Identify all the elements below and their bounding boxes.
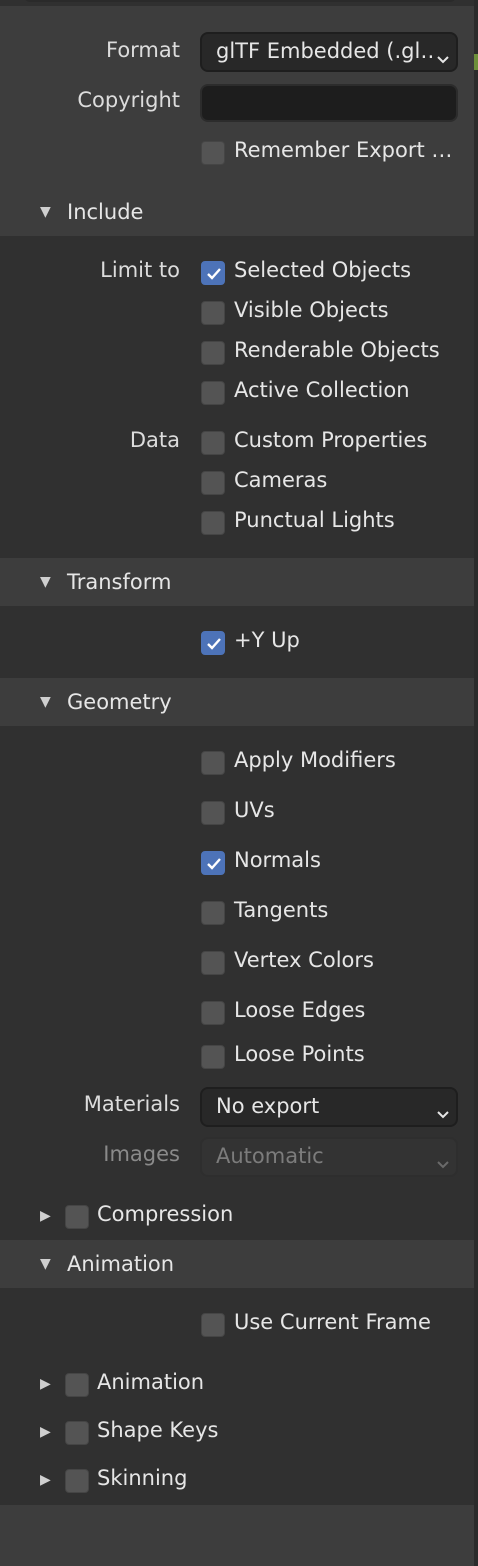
punctual-lights-checkbox[interactable] bbox=[201, 511, 225, 535]
remember-export-checkbox[interactable] bbox=[201, 141, 225, 165]
triangle-down-icon: ▼ bbox=[40, 204, 51, 220]
animation-sub-checkbox[interactable] bbox=[65, 1373, 89, 1397]
loose-points-checkbox[interactable] bbox=[201, 1045, 225, 1069]
remember-export-label: Remember Export … bbox=[234, 138, 453, 162]
loose-edges-label: Loose Edges bbox=[234, 998, 366, 1022]
images-value: Automatic bbox=[216, 1144, 324, 1168]
tangents-label: Tangents bbox=[234, 898, 329, 922]
active-collection-label: Active Collection bbox=[234, 378, 410, 402]
geometry-panel-header[interactable]: ▼ Geometry bbox=[0, 680, 474, 726]
cameras-label: Cameras bbox=[234, 468, 328, 492]
chevron-down-icon bbox=[436, 1151, 450, 1175]
triangle-down-icon: ▼ bbox=[40, 574, 51, 590]
triangle-right-icon[interactable]: ▶ bbox=[40, 1472, 51, 1488]
active-collection-checkbox[interactable] bbox=[201, 381, 225, 405]
chevron-down-icon bbox=[436, 1101, 450, 1125]
triangle-right-icon[interactable]: ▶ bbox=[40, 1376, 51, 1392]
vertex-colors-checkbox[interactable] bbox=[201, 951, 225, 975]
normals-label: Normals bbox=[234, 848, 321, 872]
use-current-frame-checkbox[interactable] bbox=[201, 1313, 225, 1337]
panel-footer bbox=[0, 1505, 474, 1566]
tangents-checkbox[interactable] bbox=[201, 901, 225, 925]
selected-objects-label: Selected Objects bbox=[234, 258, 412, 282]
renderable-objects-checkbox[interactable] bbox=[201, 341, 225, 365]
limit-to-label: Limit to bbox=[100, 258, 180, 282]
copyright-label: Copyright bbox=[77, 88, 180, 112]
include-title: Include bbox=[67, 200, 144, 224]
use-current-frame-label: Use Current Frame bbox=[234, 1310, 431, 1334]
format-dropdown[interactable]: glTF Embedded (.gl… bbox=[200, 32, 458, 72]
format-value: glTF Embedded (.gl… bbox=[216, 39, 436, 63]
vertex-colors-label: Vertex Colors bbox=[234, 948, 374, 972]
materials-dropdown[interactable]: No export bbox=[200, 1087, 458, 1127]
images-label: Images bbox=[103, 1142, 180, 1166]
loose-edges-checkbox[interactable] bbox=[201, 1001, 225, 1025]
triangle-right-icon[interactable]: ▶ bbox=[40, 1424, 51, 1440]
materials-value: No export bbox=[216, 1094, 320, 1118]
visible-objects-label: Visible Objects bbox=[234, 298, 389, 322]
include-panel-header[interactable]: ▼ Include bbox=[0, 190, 474, 236]
images-dropdown[interactable]: Automatic bbox=[200, 1137, 458, 1177]
normals-checkbox[interactable] bbox=[201, 851, 225, 875]
cameras-checkbox[interactable] bbox=[201, 471, 225, 495]
transform-title: Transform bbox=[67, 570, 172, 594]
triangle-right-icon[interactable]: ▶ bbox=[40, 1208, 51, 1224]
custom-properties-label: Custom Properties bbox=[234, 428, 428, 452]
visible-objects-checkbox[interactable] bbox=[201, 301, 225, 325]
scroll-edge bbox=[24, 0, 456, 2]
geometry-title: Geometry bbox=[67, 690, 172, 714]
viewport-edge-marker bbox=[474, 54, 478, 70]
format-label: Format bbox=[105, 38, 180, 62]
triangle-down-icon: ▼ bbox=[40, 1256, 51, 1272]
copyright-input[interactable] bbox=[200, 84, 458, 122]
animation-panel-header[interactable]: ▼ Animation bbox=[0, 1242, 474, 1288]
skinning-checkbox[interactable] bbox=[65, 1469, 89, 1493]
apply-modifiers-label: Apply Modifiers bbox=[234, 748, 396, 772]
compression-checkbox[interactable] bbox=[65, 1205, 89, 1229]
y-up-checkbox[interactable] bbox=[201, 631, 225, 655]
top-strip bbox=[0, 0, 478, 6]
punctual-lights-label: Punctual Lights bbox=[234, 508, 395, 532]
selected-objects-checkbox[interactable] bbox=[201, 261, 225, 285]
apply-modifiers-checkbox[interactable] bbox=[201, 751, 225, 775]
animation-sub-label[interactable]: Animation bbox=[97, 1370, 204, 1394]
loose-points-label: Loose Points bbox=[234, 1042, 365, 1066]
custom-properties-checkbox[interactable] bbox=[201, 431, 225, 455]
shape-keys-label[interactable]: Shape Keys bbox=[97, 1418, 218, 1442]
check-icon bbox=[207, 268, 221, 280]
y-up-label: +Y Up bbox=[234, 628, 300, 652]
compression-label[interactable]: Compression bbox=[97, 1202, 233, 1226]
check-icon bbox=[207, 858, 221, 870]
viewport-edge bbox=[474, 0, 478, 1566]
shape-keys-checkbox[interactable] bbox=[65, 1421, 89, 1445]
materials-label: Materials bbox=[83, 1092, 180, 1116]
renderable-objects-label: Renderable Objects bbox=[234, 338, 440, 362]
uvs-checkbox[interactable] bbox=[201, 801, 225, 825]
uvs-label: UVs bbox=[234, 798, 275, 822]
data-label: Data bbox=[129, 428, 180, 452]
chevron-down-icon bbox=[436, 46, 450, 70]
transform-panel-header[interactable]: ▼ Transform bbox=[0, 560, 474, 606]
animation-title: Animation bbox=[67, 1252, 175, 1276]
skinning-label[interactable]: Skinning bbox=[97, 1466, 187, 1490]
triangle-down-icon: ▼ bbox=[40, 694, 51, 710]
check-icon bbox=[207, 638, 221, 650]
